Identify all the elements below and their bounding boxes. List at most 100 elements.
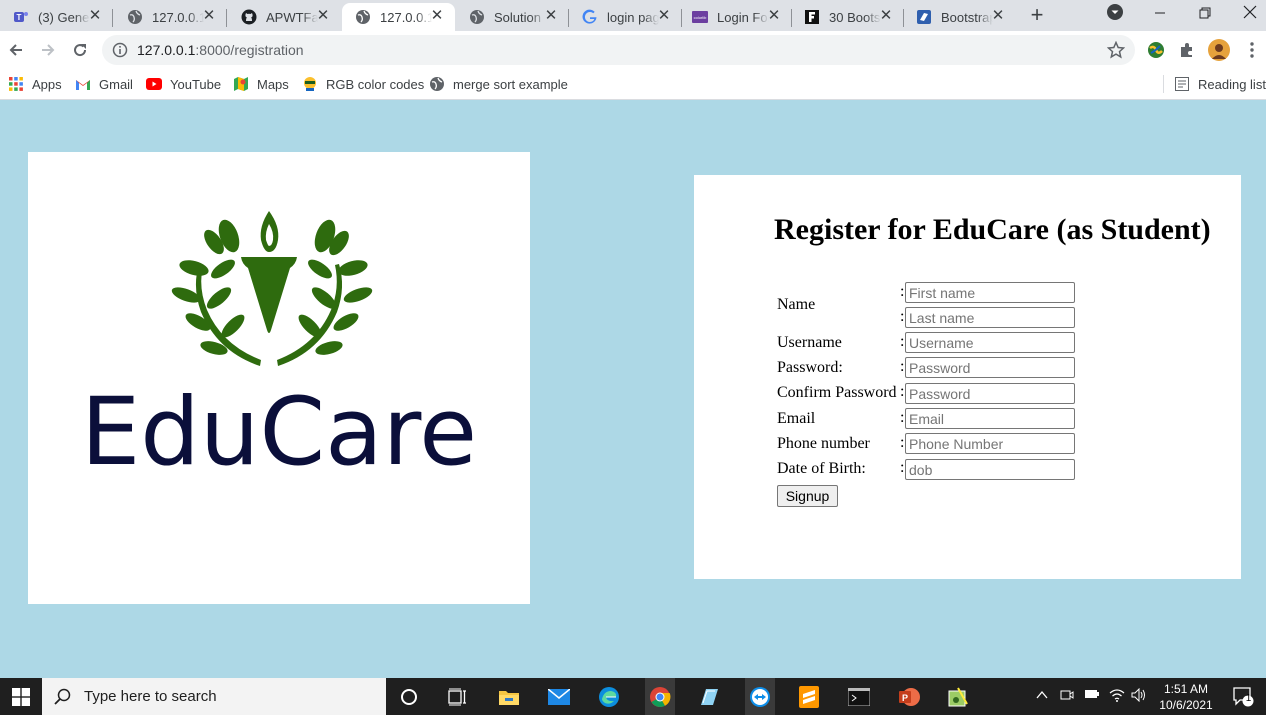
teamviewer-icon[interactable] [745,678,775,715]
taskbar-search-box[interactable]: Type here to search [42,678,386,715]
system-clock[interactable]: 1:51 AM 10/6/2021 [1150,681,1222,713]
notification-count: 1 [1245,693,1252,704]
email-label: Email [777,410,816,427]
tab-teams-general[interactable]: T (3) General ✕ [0,3,113,31]
bookmark-merge-sort[interactable]: merge sort example [429,74,568,94]
close-icon[interactable]: ✕ [429,8,445,24]
signup-button[interactable]: Signup [777,485,838,507]
phone-label: Phone number [777,435,870,452]
bookmark-gmail[interactable]: Gmail [75,74,133,94]
reading-list-button[interactable]: Reading list [1174,74,1266,94]
tab-title: Solution [494,9,541,25]
google-icon [582,9,598,25]
tab-search-button[interactable] [1103,3,1127,25]
youtube-icon [146,76,162,92]
notification-center-button[interactable]: 1 [1232,686,1254,711]
tab-title: APWTFall2021 [266,9,318,25]
battery-icon[interactable] [1084,688,1100,703]
profile-avatar[interactable] [1208,39,1230,61]
menu-kebab-icon[interactable] [1241,39,1263,61]
notepad-icon[interactable] [695,683,723,711]
educare-logo: EduCare [81,211,477,487]
meet-now-icon[interactable] [1060,688,1074,705]
tab-bootstrap[interactable]: Bootstrap ✕ [903,3,1016,31]
svg-text:P: P [902,693,908,703]
tab-login-page[interactable]: login page ✕ [569,3,682,31]
sublime-text-icon[interactable] [795,683,823,711]
tab-30-bootstrap[interactable]: 30 Bootstrap ✕ [791,3,904,31]
clock-date: 10/6/2021 [1159,698,1213,712]
wifi-icon[interactable] [1109,688,1125,705]
info-icon[interactable] [112,42,128,63]
tab-localhost-1[interactable]: 127.0.0.1:8000 ✕ [114,3,227,31]
dob-input[interactable] [905,459,1075,480]
close-icon[interactable]: ✕ [656,8,672,24]
bookmark-rgb-color-codes[interactable]: RGB color codes [302,74,424,94]
svg-text:T: T [17,13,22,22]
first-name-input[interactable] [905,282,1075,303]
edge-icon[interactable] [595,683,623,711]
tab-title: 127.0.0.1:8000 [152,9,204,25]
back-button[interactable] [5,39,27,61]
close-icon[interactable]: ✕ [87,8,103,24]
page-title: Register for EduCare (as Student) [774,213,1211,246]
close-icon[interactable]: ✕ [990,8,1006,24]
taskbar-search-placeholder: Type here to search [84,688,217,705]
tab-localhost-active[interactable]: 127.0.0.1:8000 ✕ [342,3,455,31]
star-icon[interactable] [1106,40,1126,64]
restore-button[interactable] [1193,3,1217,25]
url-text[interactable]: 127.0.0.1:8000/registration [137,42,304,58]
cortana-icon[interactable] [395,683,423,711]
logo-card: EduCare [28,152,530,604]
chevron-up-icon[interactable] [1036,688,1048,703]
tab-login-form[interactable]: colorlib Login Form ✕ [679,3,792,31]
extensions-puzzle-icon[interactable] [1176,39,1198,61]
mail-icon[interactable] [545,683,573,711]
close-icon[interactable]: ✕ [201,8,217,24]
window-close-button[interactable] [1238,3,1262,25]
bookmark-label: Gmail [99,76,133,92]
chrome-taskbar-icon[interactable] [645,678,675,715]
forward-button[interactable] [37,39,59,61]
powerpoint-icon[interactable]: P [895,683,923,711]
minimize-button[interactable] [1148,3,1172,25]
minimize-icon [1155,12,1165,14]
terminal-icon[interactable] [845,683,873,711]
tab-github[interactable]: APWTFall2021 ✕ [228,3,341,31]
github-icon [241,9,257,25]
close-icon[interactable]: ✕ [766,8,782,24]
task-view-icon[interactable] [444,683,472,711]
new-tab-button[interactable]: + [1027,4,1047,26]
username-label: Username [777,334,842,351]
rgb-icon [302,76,318,92]
bookmark-maps[interactable]: Maps [233,74,289,94]
email-input[interactable] [905,408,1075,429]
close-icon[interactable]: ✕ [543,8,559,24]
close-icon[interactable]: ✕ [315,8,331,24]
extension-globe-icon[interactable] [1145,39,1167,61]
address-bar[interactable]: 127.0.0.1:8000/registration [102,35,1135,65]
colorlib-icon: colorlib [692,9,708,25]
bootstrap-icon [916,9,932,25]
reload-button[interactable] [69,39,91,61]
browser-tab-strip: T (3) General ✕ 127.0.0.1:8000 ✕ APWTFal… [0,0,1266,31]
colon: : [900,409,905,426]
close-icon[interactable]: ✕ [878,8,894,24]
snipping-tool-icon[interactable] [945,683,973,711]
phone-input[interactable] [905,433,1075,454]
file-explorer-icon[interactable] [495,683,523,711]
last-name-input[interactable] [905,307,1075,328]
url-path: :8000/registration [195,42,304,58]
password-input[interactable] [905,357,1075,378]
username-input[interactable] [905,332,1075,353]
arrow-left-icon [9,44,22,56]
start-button[interactable] [0,678,42,715]
bookmark-youtube[interactable]: YouTube [146,74,221,94]
confirm-password-input[interactable] [905,383,1075,404]
arrow-right-icon [42,44,55,56]
maps-icon [233,76,249,92]
globe-icon [127,9,143,25]
tab-solution[interactable]: Solution ✕ [456,3,569,31]
bookmark-apps[interactable]: Apps [8,74,62,94]
volume-icon[interactable] [1131,687,1147,705]
